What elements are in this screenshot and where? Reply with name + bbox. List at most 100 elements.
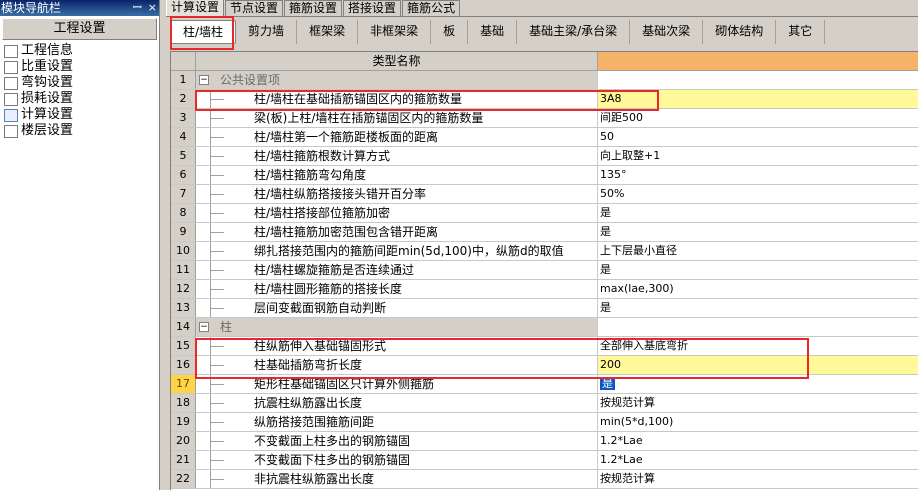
row-name-text: 梁(板)上柱/墙柱在插筋锚固区内的箍筋数量 [254, 111, 484, 125]
row-value[interactable]: 50% [598, 185, 918, 203]
subtab-0[interactable]: 柱/墙柱 [170, 20, 237, 44]
tab-2[interactable]: 箍筋设置 [284, 0, 343, 16]
subtab-4[interactable]: 板 [431, 20, 469, 44]
subtab-5[interactable]: 基础 [468, 20, 518, 44]
row-value[interactable]: 向上取整+1 [598, 147, 918, 165]
collapse-icon[interactable]: − [199, 322, 209, 332]
subtab-8[interactable]: 砌体结构 [703, 20, 777, 44]
nav-item-1[interactable]: 比重设置 [0, 59, 159, 75]
table-row[interactable]: 19 纵筋搭接范围箍筋间距 min(5*d,100) [171, 413, 918, 432]
table-row[interactable]: 8 柱/墙柱搭接部位箍筋加密 是 [171, 204, 918, 223]
subtab-6[interactable]: 基础主梁/承台梁 [517, 20, 631, 44]
row-name: 柱/墙柱箍筋加密范围包含错开距离 [196, 223, 598, 241]
nav-item-label: 损耗设置 [21, 91, 74, 106]
subtab-7[interactable]: 基础次梁 [630, 20, 704, 44]
row-name: 不变截面下柱多出的钢筋锚固 [196, 451, 598, 469]
row-value[interactable]: 是 [598, 261, 918, 279]
table-row[interactable]: 21 不变截面下柱多出的钢筋锚固 1.2*Lae [171, 451, 918, 470]
row-value[interactable] [598, 318, 918, 336]
table-row[interactable]: 1− 公共设置项 [171, 71, 918, 90]
row-name-text: 柱/墙柱箍筋加密范围包含错开距离 [254, 225, 439, 239]
row-number: 13 [171, 299, 196, 317]
table-row[interactable]: 3 梁(板)上柱/墙柱在插筋锚固区内的箍筋数量 间距500 [171, 109, 918, 128]
row-number: 14 [171, 318, 196, 336]
table-row[interactable]: 2 柱/墙柱在基础插筋锚固区内的箍筋数量 3A8 [171, 90, 918, 109]
row-value[interactable]: 是 [598, 375, 918, 393]
nav-item-5[interactable]: 楼层设置 [0, 123, 159, 139]
table-row[interactable]: 16 柱基础插筋弯折长度 200 [171, 356, 918, 375]
row-number: 4 [171, 128, 196, 146]
table-row[interactable]: 22 非抗震柱纵筋露出长度 按规范计算 [171, 470, 918, 489]
section-button[interactable]: 工程设置 [2, 18, 157, 40]
row-value[interactable]: 上下层最小直径 [598, 242, 918, 260]
nav-item-label: 楼层设置 [21, 123, 74, 138]
table-row[interactable]: 4 柱/墙柱第一个箍筋距楼板面的距离 50 [171, 128, 918, 147]
row-name-text: 柱/墙柱圆形箍筋的搭接长度 [254, 282, 403, 296]
row-value[interactable]: 间距500 [598, 109, 918, 127]
folder-icon [4, 44, 18, 58]
close-icon[interactable]: × [148, 0, 157, 16]
tab-4[interactable]: 箍筋公式 [402, 0, 461, 16]
row-name-text: 层间变截面钢筋自动判断 [254, 301, 387, 315]
table-row[interactable]: 12 柱/墙柱圆形箍筋的搭接长度 max(lae,300) [171, 280, 918, 299]
collapse-icon[interactable]: − [199, 75, 209, 85]
tab-1[interactable]: 节点设置 [225, 0, 284, 16]
tab-3[interactable]: 搭接设置 [343, 0, 402, 16]
row-value[interactable]: 按规范计算 [598, 470, 918, 488]
nav-item-0[interactable]: 工程信息 [0, 43, 159, 59]
table-row[interactable]: 14− 柱 [171, 318, 918, 337]
row-value-text: 是 [600, 206, 611, 219]
row-number: 22 [171, 470, 196, 488]
table-row[interactable]: 11 柱/墙柱螺旋箍筋是否连续通过 是 [171, 261, 918, 280]
row-value[interactable]: 3A8 [598, 90, 918, 108]
subtab-2[interactable]: 框架梁 [297, 20, 359, 44]
table-row[interactable]: 9 柱/墙柱箍筋加密范围包含错开距离 是 [171, 223, 918, 242]
row-value[interactable]: max(lae,300) [598, 280, 918, 298]
table-row[interactable]: 6 柱/墙柱箍筋弯勾角度 135° [171, 166, 918, 185]
row-number: 1 [171, 71, 196, 89]
subtab-3[interactable]: 非框架梁 [358, 20, 432, 44]
row-value-text: 是 [600, 301, 611, 314]
table-row[interactable]: 10 绑扎搭接范围内的箍筋间距min(5d,100)中，纵筋d的取值 上下层最小直径 [171, 242, 918, 261]
row-value-text: 是 [600, 377, 615, 390]
row-number: 6 [171, 166, 196, 184]
row-name: 不变截面上柱多出的钢筋锚固 [196, 432, 598, 450]
tab-0[interactable]: 计算设置 [166, 0, 225, 16]
row-value[interactable]: min(5*d,100) [598, 413, 918, 431]
table-row[interactable]: 5 柱/墙柱箍筋根数计算方式 向上取整+1 [171, 147, 918, 166]
row-value[interactable]: 是 [598, 204, 918, 222]
row-value[interactable]: 全部伸入基底弯折 [598, 337, 918, 355]
nav-item-label: 工程信息 [21, 43, 74, 58]
subtab-1[interactable]: 剪力墙 [236, 20, 298, 44]
nav-item-4[interactable]: 计算设置 [0, 107, 159, 123]
nav-item-2[interactable]: 弯钩设置 [0, 75, 159, 91]
row-value-text: 1.2*Lae [600, 434, 643, 447]
row-value[interactable]: 是 [598, 299, 918, 317]
sub-tabs: 柱/墙柱 剪力墙 框架梁 非框架梁板基础 基础主梁/承台梁 基础次梁 砌体结构 其它 [166, 17, 918, 47]
row-value[interactable]: 1.2*Lae [598, 432, 918, 450]
pin-icon[interactable]: ꟷ [133, 0, 142, 16]
row-name: 柱/墙柱箍筋根数计算方式 [196, 147, 598, 165]
table-row[interactable]: 13 层间变截面钢筋自动判断 是 [171, 299, 918, 318]
row-value[interactable]: 50 [598, 128, 918, 146]
table-row[interactable]: 17 矩形柱基础锚固区只计算外侧箍筋 是 [171, 375, 918, 394]
row-name: 非抗震柱纵筋露出长度 [196, 470, 598, 488]
subtab-9[interactable]: 其它 [776, 20, 826, 44]
row-value[interactable]: 200 [598, 356, 918, 374]
nav-item-label: 弯钩设置 [21, 75, 74, 90]
row-value[interactable]: 135° [598, 166, 918, 184]
table-row[interactable]: 15 柱纵筋伸入基础锚固形式 全部伸入基底弯折 [171, 337, 918, 356]
row-value[interactable] [598, 71, 918, 89]
table-row[interactable]: 20 不变截面上柱多出的钢筋锚固 1.2*Lae [171, 432, 918, 451]
nav-item-3[interactable]: 损耗设置 [0, 91, 159, 107]
row-name-text: 柱/墙柱第一个箍筋距楼板面的距离 [254, 130, 439, 144]
nav-title: 模块导航栏 [1, 1, 62, 15]
table-row[interactable]: 18 抗震柱纵筋露出长度 按规范计算 [171, 394, 918, 413]
table-row[interactable]: 7 柱/墙柱纵筋搭接接头错开百分率 50% [171, 185, 918, 204]
row-number: 12 [171, 280, 196, 298]
row-value[interactable]: 是 [598, 223, 918, 241]
row-value[interactable]: 1.2*Lae [598, 451, 918, 469]
row-value-text: max(lae,300) [600, 282, 674, 295]
row-value[interactable]: 按规范计算 [598, 394, 918, 412]
scale-icon [4, 60, 18, 74]
